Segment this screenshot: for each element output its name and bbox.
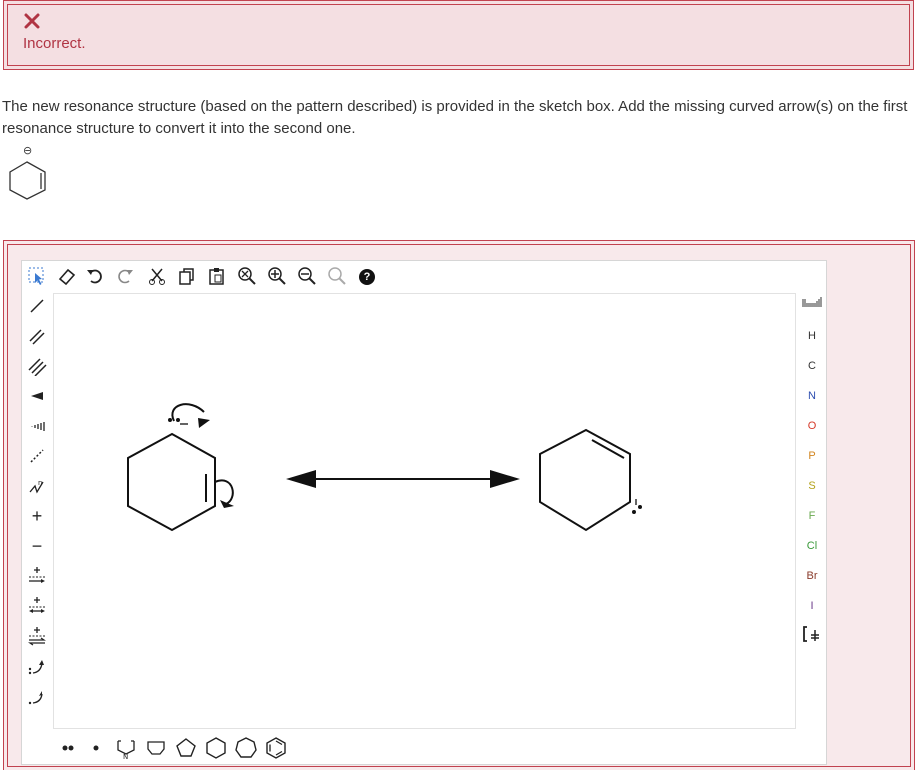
- undo-icon[interactable]: [84, 265, 106, 287]
- redo-icon[interactable]: [114, 265, 136, 287]
- element-toolbar: H C N O P S F Cl Br I: [796, 293, 828, 763]
- element-c[interactable]: C: [796, 355, 828, 377]
- element-s[interactable]: S: [796, 475, 828, 497]
- hash-bond-icon[interactable]: [26, 415, 48, 437]
- bottom-toolbar: N: [53, 731, 796, 765]
- element-h[interactable]: H: [796, 325, 828, 347]
- resonance-arrow[interactable]: [286, 470, 520, 488]
- dashed-bond-icon[interactable]: [26, 445, 48, 467]
- element-o[interactable]: O: [796, 415, 828, 437]
- benzene-icon[interactable]: [263, 735, 289, 761]
- cyclopentane-icon[interactable]: [173, 735, 199, 761]
- bracket-icon[interactable]: [796, 625, 828, 647]
- positive-charge-icon[interactable]: +: [26, 505, 48, 527]
- cyclobutane-icon[interactable]: [143, 735, 169, 761]
- element-n[interactable]: N: [796, 385, 828, 407]
- help-button[interactable]: ?: [356, 266, 378, 288]
- eraser-icon[interactable]: [56, 265, 78, 287]
- left-structure[interactable]: [127, 403, 234, 532]
- chain-icon[interactable]: n: [26, 475, 48, 497]
- top-toolbar: ?: [22, 261, 828, 293]
- sketch-editor: ? n + − H C N O P S F Cl Br I N: [21, 260, 827, 765]
- cut-icon[interactable]: [146, 265, 168, 287]
- radical-icon[interactable]: [83, 735, 109, 761]
- template-ring-icon[interactable]: N: [113, 735, 139, 761]
- alert-text: Incorrect.: [23, 35, 86, 52]
- lone-pair-icon[interactable]: [55, 735, 81, 761]
- clean-structure-icon[interactable]: [326, 265, 348, 287]
- element-p[interactable]: P: [796, 445, 828, 467]
- reaction-arrow-icon[interactable]: [26, 565, 48, 587]
- question-prompt: The new resonance structure (based on th…: [2, 98, 908, 137]
- given-structure-image: ⊖: [9, 144, 46, 200]
- copy-icon[interactable]: [176, 265, 198, 287]
- negative-charge-icon[interactable]: −: [26, 535, 48, 557]
- curved-arrow-double-icon[interactable]: [26, 655, 48, 677]
- single-bond-icon[interactable]: [26, 295, 48, 317]
- element-br[interactable]: Br: [796, 565, 828, 587]
- drawing-canvas[interactable]: [53, 293, 796, 729]
- feedback-alert: Incorrect.: [3, 0, 914, 70]
- element-cl[interactable]: Cl: [796, 535, 828, 557]
- double-bond-icon[interactable]: [26, 325, 48, 347]
- cyclohexane-icon[interactable]: [203, 735, 229, 761]
- resonance-arrow-icon[interactable]: [26, 595, 48, 617]
- cycloheptane-icon[interactable]: [233, 735, 259, 761]
- element-i[interactable]: I: [796, 595, 828, 617]
- right-structure[interactable]: [539, 428, 642, 532]
- help-icon: ?: [359, 269, 375, 285]
- curved-arrow-single-icon[interactable]: [26, 685, 48, 707]
- element-f[interactable]: F: [796, 505, 828, 527]
- svg-text:n: n: [38, 479, 42, 487]
- zoom-reset-icon[interactable]: [236, 265, 258, 287]
- left-toolbar: n + −: [22, 293, 52, 763]
- charge-label: ⊖: [23, 144, 32, 157]
- triple-bond-icon[interactable]: [26, 355, 48, 377]
- zoom-out-icon[interactable]: [296, 265, 318, 287]
- periodic-table-icon[interactable]: [796, 295, 828, 317]
- wedge-bond-icon[interactable]: [26, 385, 48, 407]
- equilibrium-arrow-icon[interactable]: [26, 625, 48, 647]
- paste-icon[interactable]: [206, 265, 228, 287]
- select-lasso-icon[interactable]: [26, 265, 48, 287]
- zoom-in-icon[interactable]: [266, 265, 288, 287]
- template-ring-label: N: [123, 753, 128, 760]
- x-icon: [24, 13, 40, 29]
